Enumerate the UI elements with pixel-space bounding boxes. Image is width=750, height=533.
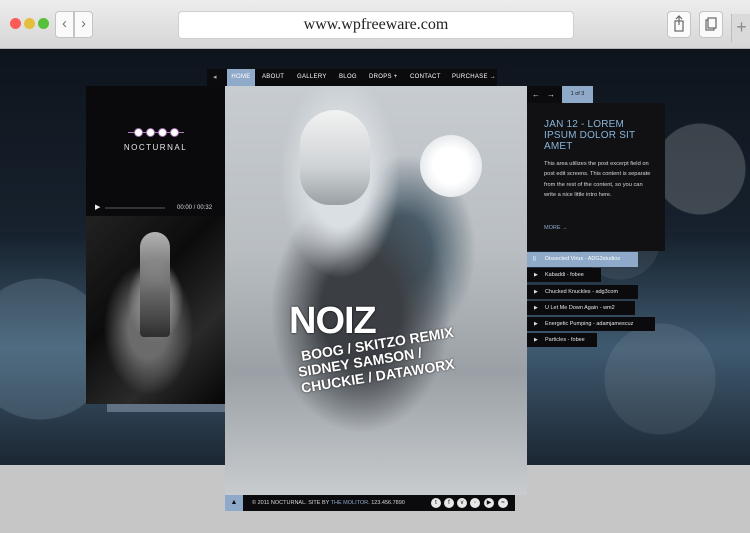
play-icon: ▶ [534,321,538,327]
play-icon[interactable]: ▶ [95,202,100,214]
play-icon: ▶ [534,337,538,343]
playlist-now-playing[interactable]: || Dissected Virus - ADG3studios [527,252,638,267]
now-playing-label: Dissected Virus - ADG3studios [545,256,621,262]
play-icon: ▶ [534,289,538,295]
playlist-item[interactable]: ▶ U Let Me Down Again - wm2 [527,301,635,315]
logo-dot [134,128,143,137]
playlist-item-label: Chucked Knuckles - adg3com [545,289,619,295]
youtube-icon[interactable]: ▶ [484,498,494,508]
browser-toolbar: ‹ › www.wpfreeware.com + [0,0,750,49]
flickr-icon[interactable]: ◦ [470,498,480,508]
new-tab-button[interactable]: + [731,14,750,42]
nav-home[interactable]: HOME [227,69,255,86]
arrow-up-icon: ▲ [230,499,238,506]
play-icon: ▶ [534,272,538,278]
plus-icon: + [736,17,747,37]
zoom-window-button[interactable] [38,18,49,29]
playlist-item[interactable]: ▶ Chucked Knuckles - adg3com [527,285,638,299]
close-window-button[interactable] [10,18,21,29]
poster-orb-image [420,135,482,197]
logo-dot [170,128,179,137]
post-excerpt: This area utilizes the post excerpt fiel… [544,161,651,199]
playlist-item[interactable]: ▶ Kabaddi - fobee [527,268,601,282]
playlist-item-label: U Let Me Down Again - wm2 [545,305,615,311]
audio-player: ▶ 00:00 / 00:32 [92,202,219,214]
nav-drops[interactable]: DROPS + [369,69,398,86]
nav-about[interactable]: ABOUT [262,69,284,86]
play-icon: ▶ [534,305,538,311]
footer-text: © 2011 NOCTURNAL. SITE BY [252,500,331,506]
logo-dot [158,128,167,137]
post-title[interactable]: JAN 12 - LOREM IPSUM DOLOR SIT AMET [544,119,654,152]
back-button[interactable]: ‹ [55,11,74,38]
playlist-item[interactable]: ▶ Energetic Pumping - adamjamescuz [527,317,655,331]
nav-purchase[interactable]: PURCHASE → [452,69,496,86]
rss-icon[interactable]: ≈ [498,498,508,508]
tabs-icon [705,17,717,31]
twitter-icon[interactable]: t [431,498,441,508]
minimize-window-button[interactable] [24,18,35,29]
scroll-top-button[interactable]: ▲ [225,495,243,511]
nav-gallery[interactable]: GALLERY [297,69,327,86]
playlist-item-label: Kabaddi - fobee [545,272,584,278]
vimeo-icon[interactable]: v [457,498,467,508]
chevron-right-icon: › [81,15,86,32]
logo-dot [146,128,155,137]
share-button[interactable] [667,11,691,38]
site-logo-text[interactable]: NOCTURNAL [86,143,225,152]
pause-icon: || [533,256,536,262]
share-icon [674,15,684,32]
post-counter: 1 of 3 [562,86,593,103]
chevron-left-icon: ‹ [62,15,67,32]
logo-mark[interactable] [128,127,184,139]
sidebar-caption [107,404,225,412]
playlist-item[interactable]: ▶ Particles - fobee [527,333,597,347]
playlist-item-label: Particles - fobee [545,337,585,343]
more-link[interactable]: MORE → [544,225,568,231]
poster-model-image [300,110,370,205]
facebook-icon[interactable]: f [444,498,454,508]
forward-button[interactable]: › [74,11,93,38]
album-artwork-figure [140,232,170,337]
footer-credit-link[interactable]: THE MOLITOR [331,500,369,506]
prev-post-arrow-icon[interactable]: ← [532,86,540,103]
poster-title: NOIZ [289,300,377,342]
address-bar[interactable]: www.wpfreeware.com [178,11,574,39]
playlist-item-label: Energetic Pumping - adamjamescuz [545,321,634,327]
tabs-button[interactable] [699,11,723,38]
footer-phone: . 123.456.7890 [368,500,405,506]
nav-blog[interactable]: BLOG [339,69,357,86]
next-post-arrow-icon[interactable]: → [547,86,555,103]
progress-bar[interactable] [105,207,165,209]
footer-copyright: © 2011 NOCTURNAL. SITE BY THE MOLITOR. 1… [252,495,405,511]
player-time: 00:00 / 00:32 [177,205,213,211]
hero-poster [225,86,527,495]
nav-contact[interactable]: CONTACT [410,69,441,86]
nav-left-arrow-icon[interactable]: ◂ [213,70,217,85]
